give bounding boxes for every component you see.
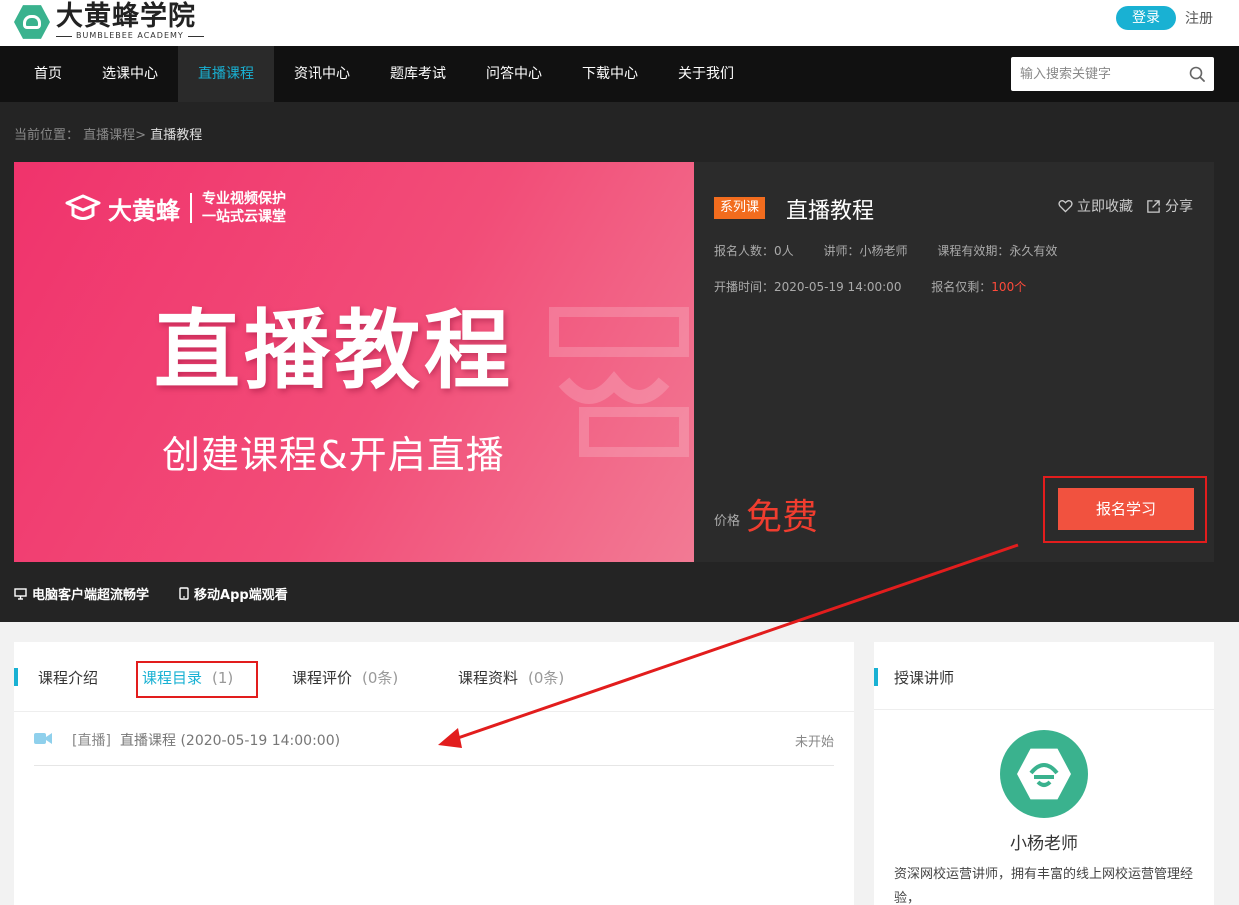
- enrolled-count: 报名人数：0人: [714, 244, 794, 258]
- series-badge: 系列课: [714, 197, 766, 219]
- register-link[interactable]: 注册: [1185, 8, 1213, 28]
- lesson-type-tag: [直播]: [72, 733, 111, 749]
- tab-materials-label: 课程资料: [458, 669, 519, 687]
- banner-brand-name: 大黄蜂: [108, 196, 180, 225]
- start-time: 开播时间：2020-05-19 14:00:00: [714, 280, 902, 294]
- enroll-button[interactable]: 报名学习: [1058, 488, 1194, 530]
- lesson-status: 未开始: [794, 735, 834, 750]
- catalog-highlight-box: [136, 661, 258, 698]
- banner-subtitle: 创建课程&开启直播: [162, 433, 505, 477]
- remaining-value: 100个: [991, 280, 1027, 294]
- nav-item-news[interactable]: 资讯中心: [274, 46, 370, 102]
- banner-divider: [190, 193, 192, 223]
- login-button[interactable]: 登录: [1116, 6, 1176, 30]
- favorite-label: 立即收藏: [1077, 199, 1133, 215]
- tab-reviews[interactable]: 课程评价 (0条): [292, 667, 398, 688]
- course-validity: 课程有效期：永久有效: [937, 244, 1058, 258]
- mobile-app-link[interactable]: 移动App端观看: [179, 584, 288, 603]
- course-hero: 当前位置： 直播课程> 直播教程 大黄蜂 专业视频保护 一站式云课堂 直播教程 …: [0, 102, 1239, 622]
- teacher-description: 资深网校运营讲师，拥有丰富的线上网校运营管理经验，: [894, 867, 1194, 905]
- logo-bee-icon: [14, 5, 50, 39]
- tab-introduction[interactable]: 课程介绍: [38, 667, 98, 688]
- breadcrumb: 当前位置： 直播课程> 直播教程: [14, 124, 202, 143]
- heart-icon: [1058, 199, 1073, 213]
- teacher-name-meta: 讲师：小杨老师: [823, 244, 908, 258]
- breadcrumb-parent[interactable]: 直播课程>: [83, 128, 146, 143]
- avatar[interactable]: [1000, 730, 1088, 818]
- banner-title: 直播教程: [154, 301, 514, 401]
- tab-materials[interactable]: 课程资料 (0条): [458, 667, 564, 688]
- course-title: 直播教程: [786, 199, 875, 224]
- banner-brand: 大黄蜂 专业视频保护 一站式云课堂: [64, 190, 286, 226]
- lesson-item[interactable]: [直播] 直播课程 (2020-05-19 14:00:00) 未开始: [34, 714, 834, 766]
- breadcrumb-current: 直播教程: [150, 128, 203, 143]
- graduation-cap-icon: [65, 194, 101, 220]
- course-info-panel: 系列课 直播教程 立即收藏 分享 报名人数：0人 讲师：小杨老师 课程有效期：永…: [694, 162, 1214, 562]
- pc-client-label: 电脑客户端超流畅学: [32, 588, 150, 603]
- tab-introduction-label: 课程介绍: [38, 669, 99, 687]
- mobile-app-label: 移动App端观看: [194, 588, 288, 603]
- search-input[interactable]: [1011, 57, 1176, 91]
- nav-item-about[interactable]: 关于我们: [658, 46, 754, 102]
- nav-item-live-courses[interactable]: 直播课程: [178, 46, 274, 102]
- logo-text-en: BUMBLEBEE ACADEMY: [56, 31, 204, 41]
- course-detail-card: 课程介绍 课程目录 (1) 课程评价 (0条) 课程资料 (0条) [直播] 直播课程…: [14, 642, 854, 905]
- top-header: 大黄蜂学院 BUMBLEBEE ACADEMY 登录 注册: [0, 0, 1239, 46]
- client-options: 电脑客户端超流畅学 移动App端观看: [14, 584, 288, 603]
- teacher-accent-bar: [874, 668, 878, 686]
- site-logo[interactable]: 大黄蜂学院 BUMBLEBEE ACADEMY: [14, 0, 204, 44]
- video-camera-icon: [34, 733, 52, 744]
- tab-accent-bar: [14, 668, 18, 686]
- search-box: [1011, 57, 1214, 91]
- tab-reviews-label: 课程评价: [292, 669, 353, 687]
- teacher-name: 小杨老师: [1010, 834, 1078, 854]
- pc-client-link[interactable]: 电脑客户端超流畅学: [14, 584, 149, 603]
- banner-decoration: [549, 307, 689, 457]
- breadcrumb-prefix: 当前位置：: [14, 128, 80, 143]
- bee-logo-icon: [1029, 763, 1059, 787]
- banner-tagline-2: 一站式云课堂: [202, 209, 286, 225]
- price-value: 免费: [746, 497, 819, 538]
- nav-item-downloads[interactable]: 下载中心: [562, 46, 658, 102]
- tab-materials-count: (0条): [528, 669, 565, 687]
- tab-bar: 课程介绍 课程目录 (1) 课程评价 (0条) 课程资料 (0条): [14, 642, 854, 712]
- nav-item-exam[interactable]: 题库考试: [370, 46, 466, 102]
- logo-text-cn: 大黄蜂学院: [56, 1, 196, 32]
- share-icon: [1147, 199, 1160, 213]
- remaining-label: 报名仅剩：: [931, 280, 992, 294]
- course-meta-row-2: 开播时间：2020-05-19 14:00:00 报名仅剩：100个: [714, 278, 1052, 295]
- course-banner: 大黄蜂 专业视频保护 一站式云课堂 直播教程 创建课程&开启直播: [14, 162, 694, 562]
- teacher-card: 授课讲师 小杨老师 资深网校运营讲师，拥有丰富的线上网校运营管理经验，: [874, 642, 1214, 905]
- tab-reviews-count: (0条): [362, 669, 399, 687]
- teacher-card-header: 授课讲师: [874, 642, 1214, 710]
- lesson-title: 直播课程 (2020-05-19 14:00:00): [120, 733, 341, 749]
- course-meta-row-1: 报名人数：0人 讲师：小杨老师 课程有效期：永久有效: [714, 242, 1083, 259]
- phone-icon: [179, 587, 189, 600]
- nav-item-home[interactable]: 首页: [14, 46, 82, 102]
- share-button[interactable]: 分享: [1146, 196, 1193, 216]
- monitor-icon: [14, 587, 27, 600]
- share-label: 分享: [1165, 199, 1193, 215]
- search-icon[interactable]: [1189, 66, 1205, 82]
- nav-item-qa[interactable]: 问答中心: [466, 46, 562, 102]
- main-nav: 首页 选课中心 直播课程 资讯中心 题库考试 问答中心 下载中心 关于我们: [0, 46, 1239, 102]
- teacher-card-title: 授课讲师: [894, 669, 955, 687]
- price-label: 价格: [714, 514, 741, 529]
- nav-item-course-center[interactable]: 选课中心: [82, 46, 178, 102]
- banner-tagline-1: 专业视频保护: [202, 191, 286, 207]
- favorite-button[interactable]: 立即收藏: [1058, 196, 1133, 216]
